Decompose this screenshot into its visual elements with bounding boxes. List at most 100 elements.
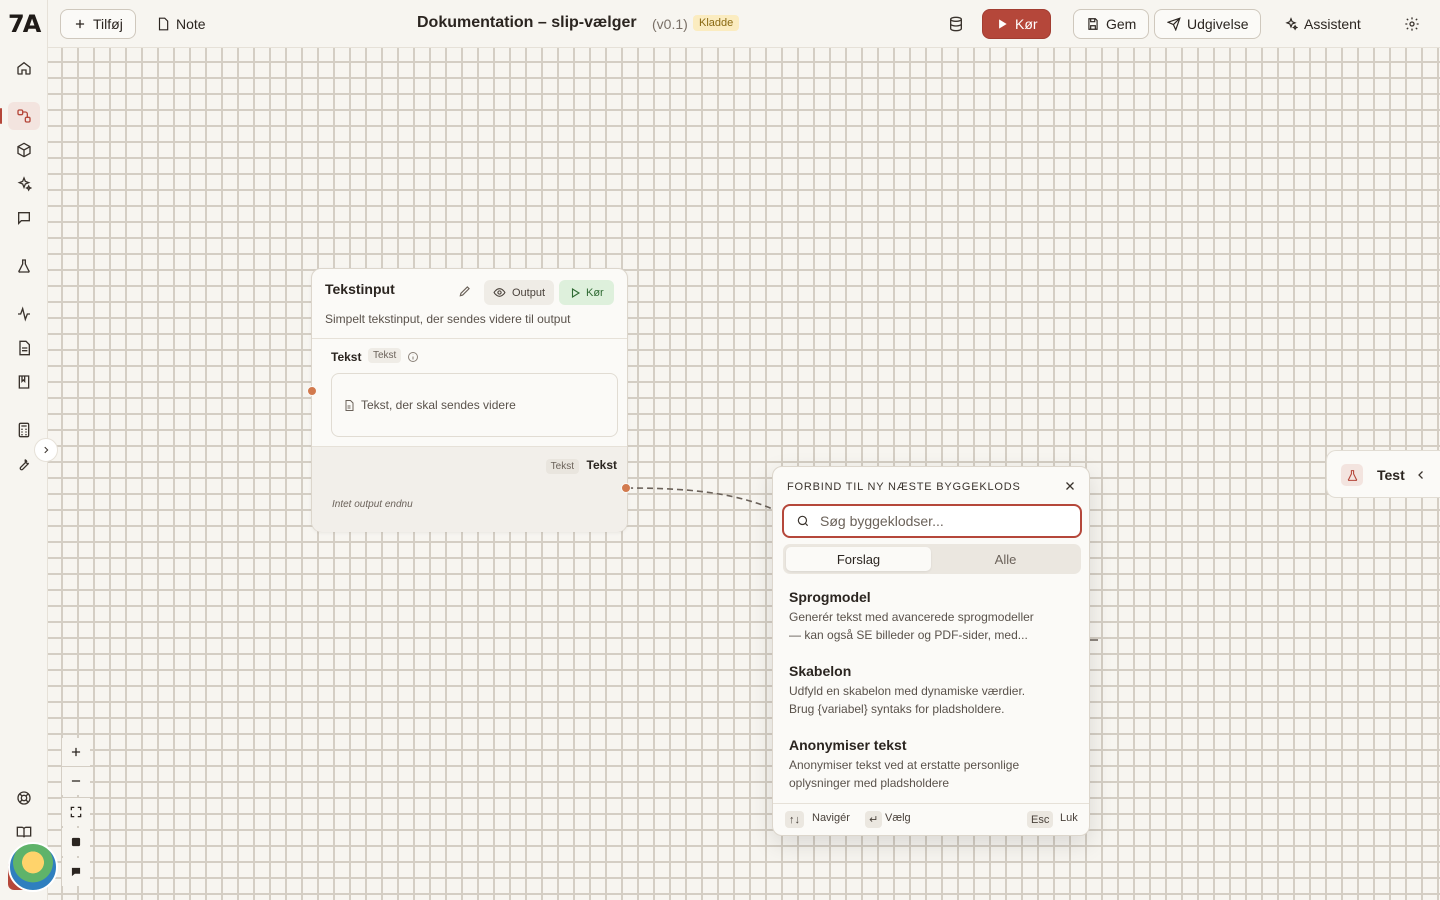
assistant-button-label: Assistent — [1304, 16, 1361, 32]
help-icon[interactable] — [8, 784, 40, 812]
text-field[interactable]: Tekst, der skal sendes videre — [331, 373, 618, 437]
divider — [312, 338, 627, 339]
sidebar-expand-button[interactable] — [34, 438, 58, 462]
note-icon — [158, 17, 169, 31]
item-name: Skabelon — [789, 663, 852, 679]
list-item[interactable]: Sprogmodel Generér tekst med avancerede … — [789, 589, 1069, 644]
flow-canvas[interactable] — [48, 48, 1440, 900]
node-run-label: Kør — [586, 286, 604, 299]
avatar[interactable] — [8, 842, 58, 892]
search-input[interactable] — [820, 511, 1070, 531]
play-icon — [571, 287, 581, 298]
node-description: Simpelt tekstinput, der sendes videre ti… — [325, 312, 571, 326]
activity-icon[interactable] — [8, 300, 40, 328]
add-button[interactable]: Tilføj — [60, 9, 136, 39]
item-name: Sprogmodel — [789, 589, 871, 605]
edit-pencil-icon[interactable] — [458, 284, 472, 298]
flow-icon[interactable] — [0, 102, 40, 130]
select-key: ↵ — [865, 811, 883, 828]
chevron-left-icon — [1418, 471, 1423, 479]
save-button[interactable]: Gem — [1073, 9, 1150, 39]
popup-title: FORBIND TIL NY NÆSTE BYGGEKLODS — [787, 481, 1021, 493]
close-key: Esc — [1027, 811, 1054, 828]
node-output-section: Tekst Tekst Intet output endnu — [312, 446, 627, 532]
output-handle[interactable] — [621, 483, 631, 493]
select-label: Vælg — [885, 812, 911, 824]
database-icon[interactable] — [942, 10, 970, 38]
calculator-icon[interactable] — [8, 416, 40, 444]
message-icon — [71, 867, 81, 877]
assistant-button[interactable]: Assistent — [1272, 9, 1373, 39]
close-icon[interactable] — [1063, 479, 1077, 493]
node-output-button[interactable]: Output — [484, 280, 555, 305]
page-title: Dokumentation – slip-vælger — [417, 14, 637, 31]
book-icon[interactable] — [8, 368, 40, 396]
top-bar: Tilføj Note Dokumentation – slip-vælger … — [48, 0, 1440, 48]
item-description: oplysninger med pladsholdere — [789, 776, 950, 790]
node-output-label: Output — [512, 286, 546, 299]
item-description: Generér tekst med avancerede sprogmodell… — [789, 610, 1034, 624]
flask-icon[interactable] — [8, 252, 40, 280]
version-label: (v0.1) — [652, 16, 688, 32]
status-badge: Kladde — [693, 15, 740, 31]
flask-icon — [1341, 464, 1363, 486]
list-item[interactable]: Anonymiser tekst Anonymiser tekst ved at… — [789, 737, 1069, 792]
eye-icon — [493, 288, 506, 297]
send-icon — [1167, 17, 1181, 31]
cube-icon[interactable] — [8, 136, 40, 164]
file-text-icon — [345, 400, 354, 411]
node-run-button[interactable]: Kør — [559, 280, 614, 305]
item-name: Anonymiser tekst — [789, 737, 907, 753]
output-empty-text: Intet output endnu — [332, 499, 413, 510]
test-panel-label: Test — [1377, 467, 1405, 483]
tab-alle[interactable]: Alle — [933, 547, 1078, 571]
plus-icon — [71, 747, 81, 757]
run-button-label: Kør — [1015, 16, 1038, 32]
comment-button[interactable] — [62, 858, 90, 886]
play-icon — [999, 19, 1007, 29]
input-handle[interactable] — [307, 386, 317, 396]
home-icon[interactable] — [8, 54, 40, 82]
connect-block-popup: FORBIND TIL NY NÆSTE BYGGEKLODS Forslag … — [772, 466, 1090, 836]
popup-footer: ↑↓ Navigér ↵ Vælg Esc Luk — [773, 803, 1089, 835]
stop-button[interactable] — [62, 828, 90, 856]
sparkles-icon — [1285, 17, 1298, 31]
sparkles-icon[interactable] — [8, 170, 40, 198]
navigate-key: ↑↓ — [785, 811, 804, 828]
test-panel-toggle[interactable]: Test — [1326, 450, 1440, 498]
search-icon — [797, 515, 809, 527]
item-description: — kan også SE billeder og PDF-sider, med… — [789, 628, 1028, 642]
tab-forslag[interactable]: Forslag — [786, 547, 931, 571]
plus-icon — [75, 19, 85, 29]
publish-button-label: Udgivelse — [1187, 16, 1249, 32]
publish-button[interactable]: Udgivelse — [1154, 9, 1262, 39]
item-description: Udfyld en skabelon med dynamiske værdier… — [789, 684, 1026, 698]
square-icon — [71, 837, 81, 847]
document-icon[interactable] — [8, 334, 40, 362]
field-label: Tekst — [331, 350, 362, 364]
app-logo[interactable]: 7A — [8, 10, 41, 38]
zoom-in-button[interactable] — [62, 738, 90, 766]
note-button-label: Note — [176, 16, 206, 32]
node-title: Tekstinput — [325, 281, 395, 297]
run-button[interactable]: Kør — [982, 9, 1051, 39]
chat-icon[interactable] — [8, 204, 40, 232]
fit-view-button[interactable] — [62, 798, 90, 826]
minus-icon — [71, 780, 81, 782]
info-icon[interactable] — [407, 351, 419, 363]
close-label: Luk — [1060, 812, 1078, 824]
field-type-badge: Tekst — [368, 348, 402, 363]
list-item[interactable]: Skabelon Udfyld en skabelon med dynamisk… — [789, 663, 1069, 718]
text-field-placeholder: Tekst, der skal sendes videre — [361, 398, 516, 412]
text-input-node[interactable]: Tekstinput Output Kør Simpelt tekstinput… — [311, 268, 628, 532]
save-button-label: Gem — [1106, 16, 1137, 32]
zoom-out-button[interactable] — [62, 767, 90, 795]
note-button[interactable]: Note — [144, 9, 218, 39]
popup-tabs: Forslag Alle — [783, 544, 1081, 574]
navigate-label: Navigér — [812, 812, 850, 824]
item-description: Brug {variabel} syntaks for pladsholdere… — [789, 702, 1005, 716]
add-button-label: Tilføj — [93, 16, 123, 32]
settings-gear-icon[interactable] — [1398, 10, 1426, 38]
save-icon — [1088, 18, 1098, 30]
item-description: Anonymiser tekst ved at erstatte personl… — [789, 758, 1020, 772]
